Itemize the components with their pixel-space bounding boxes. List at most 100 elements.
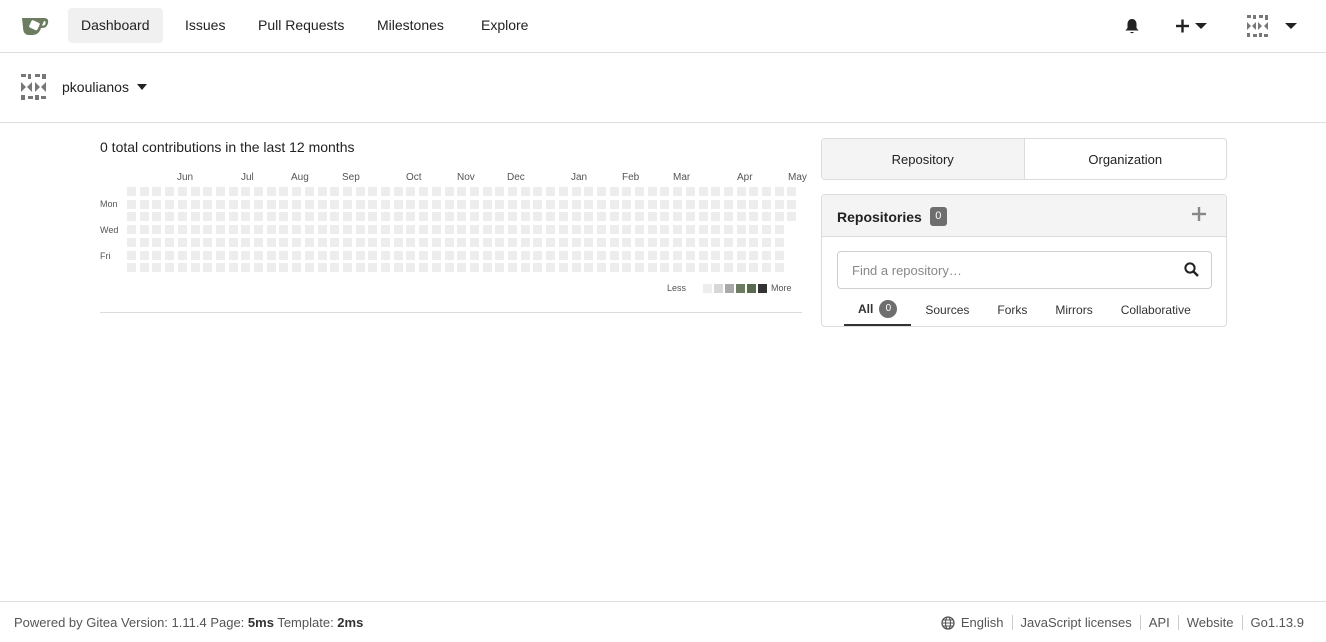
contribution-cell[interactable] <box>711 237 721 247</box>
contribution-cell[interactable] <box>419 225 429 235</box>
contribution-cell[interactable] <box>622 263 632 273</box>
contribution-cell[interactable] <box>609 263 619 273</box>
contribution-cell[interactable] <box>495 225 505 235</box>
contribution-cell[interactable] <box>165 225 175 235</box>
contribution-cell[interactable] <box>482 212 492 222</box>
contribution-cell[interactable] <box>774 225 784 235</box>
contribution-cell[interactable] <box>355 212 365 222</box>
contribution-cell[interactable] <box>596 237 606 247</box>
contribution-cell[interactable] <box>584 250 594 260</box>
tab-repository[interactable]: Repository <box>822 139 1024 179</box>
contribution-cell[interactable] <box>279 212 289 222</box>
contribution-cell[interactable] <box>215 199 225 209</box>
contribution-cell[interactable] <box>685 237 695 247</box>
js-licenses-link[interactable]: JavaScript licenses <box>1011 615 1140 630</box>
search-icon[interactable] <box>1184 262 1199 280</box>
contribution-cell[interactable] <box>647 263 657 273</box>
contribution-cell[interactable] <box>381 199 390 209</box>
contribution-cell[interactable] <box>177 237 187 247</box>
contribution-cell[interactable] <box>698 225 708 235</box>
contribution-cell[interactable] <box>736 263 746 273</box>
contribution-cell[interactable] <box>711 225 721 235</box>
contribution-cell[interactable] <box>203 263 213 273</box>
contribution-cell[interactable] <box>723 225 733 235</box>
contribution-cell[interactable] <box>342 199 352 209</box>
contribution-cell[interactable] <box>622 212 632 222</box>
contribution-cell[interactable] <box>622 225 632 235</box>
contribution-cell[interactable] <box>546 199 556 209</box>
contribution-cell[interactable] <box>660 212 670 222</box>
contribution-cell[interactable] <box>368 263 378 273</box>
contribution-cell[interactable] <box>698 187 708 196</box>
contribution-cell[interactable] <box>355 187 365 196</box>
contribution-cell[interactable] <box>228 263 238 273</box>
contribution-cell[interactable] <box>762 187 771 196</box>
contribution-cell[interactable] <box>381 187 390 196</box>
contribution-cell[interactable] <box>139 199 149 209</box>
api-link[interactable]: API <box>1139 615 1178 630</box>
contribution-cell[interactable] <box>381 250 390 260</box>
contribution-cell[interactable] <box>279 250 289 260</box>
contribution-cell[interactable] <box>406 199 416 209</box>
contribution-cell[interactable] <box>292 237 302 247</box>
contribution-cell[interactable] <box>139 237 149 247</box>
contribution-cell[interactable] <box>393 263 403 273</box>
nav-pull-requests[interactable]: Pull Requests <box>245 8 357 43</box>
contribution-cell[interactable] <box>596 225 606 235</box>
contribution-cell[interactable] <box>508 212 517 222</box>
contribution-cell[interactable] <box>393 187 403 196</box>
contribution-cell[interactable] <box>533 199 543 209</box>
contribution-cell[interactable] <box>571 199 581 209</box>
contribution-cell[interactable] <box>368 237 378 247</box>
contribution-cell[interactable] <box>355 250 365 260</box>
contribution-cell[interactable] <box>254 237 263 247</box>
contribution-cell[interactable] <box>673 212 683 222</box>
contribution-cell[interactable] <box>292 225 302 235</box>
contribution-cell[interactable] <box>457 263 467 273</box>
contribution-cell[interactable] <box>635 225 644 235</box>
contribution-cell[interactable] <box>279 187 289 196</box>
contribution-cell[interactable] <box>444 199 454 209</box>
contribution-cell[interactable] <box>190 225 200 235</box>
contribution-cell[interactable] <box>266 263 276 273</box>
contribution-cell[interactable] <box>520 250 530 260</box>
contribution-cell[interactable] <box>571 212 581 222</box>
contribution-cell[interactable] <box>698 263 708 273</box>
contribution-cell[interactable] <box>393 250 403 260</box>
contribution-cell[interactable] <box>393 237 403 247</box>
contribution-cell[interactable] <box>520 199 530 209</box>
contribution-cell[interactable] <box>317 250 327 260</box>
contribution-cell[interactable] <box>304 250 314 260</box>
contribution-cell[interactable] <box>571 263 581 273</box>
contribution-cell[interactable] <box>177 212 187 222</box>
contribution-cell[interactable] <box>190 187 200 196</box>
contribution-cell[interactable] <box>406 237 416 247</box>
contribution-cell[interactable] <box>393 225 403 235</box>
contribution-cell[interactable] <box>292 250 302 260</box>
contribution-cell[interactable] <box>304 225 314 235</box>
contribution-cell[interactable] <box>330 187 340 196</box>
contribution-cell[interactable] <box>762 212 771 222</box>
contribution-cell[interactable] <box>419 263 429 273</box>
contribution-cell[interactable] <box>774 250 784 260</box>
contribution-cell[interactable] <box>698 212 708 222</box>
contribution-cell[interactable] <box>609 237 619 247</box>
filter-tab-mirrors[interactable]: Mirrors <box>1041 294 1106 326</box>
contribution-cell[interactable] <box>393 212 403 222</box>
contribution-cell[interactable] <box>558 187 568 196</box>
contribution-cell[interactable] <box>266 187 276 196</box>
contribution-cell[interactable] <box>241 225 251 235</box>
contribution-cell[interactable] <box>215 263 225 273</box>
contribution-cell[interactable] <box>749 199 759 209</box>
filter-tab-collaborative[interactable]: Collaborative <box>1107 294 1205 326</box>
tab-organization[interactable]: Organization <box>1023 139 1227 179</box>
contribution-cell[interactable] <box>152 237 162 247</box>
contribution-cell[interactable] <box>431 199 441 209</box>
contribution-cell[interactable] <box>698 199 708 209</box>
contribution-cell[interactable] <box>533 250 543 260</box>
contribution-cell[interactable] <box>762 237 771 247</box>
contribution-cell[interactable] <box>127 199 136 209</box>
contribution-cell[interactable] <box>342 212 352 222</box>
contribution-cell[interactable] <box>596 187 606 196</box>
contribution-cell[interactable] <box>647 187 657 196</box>
